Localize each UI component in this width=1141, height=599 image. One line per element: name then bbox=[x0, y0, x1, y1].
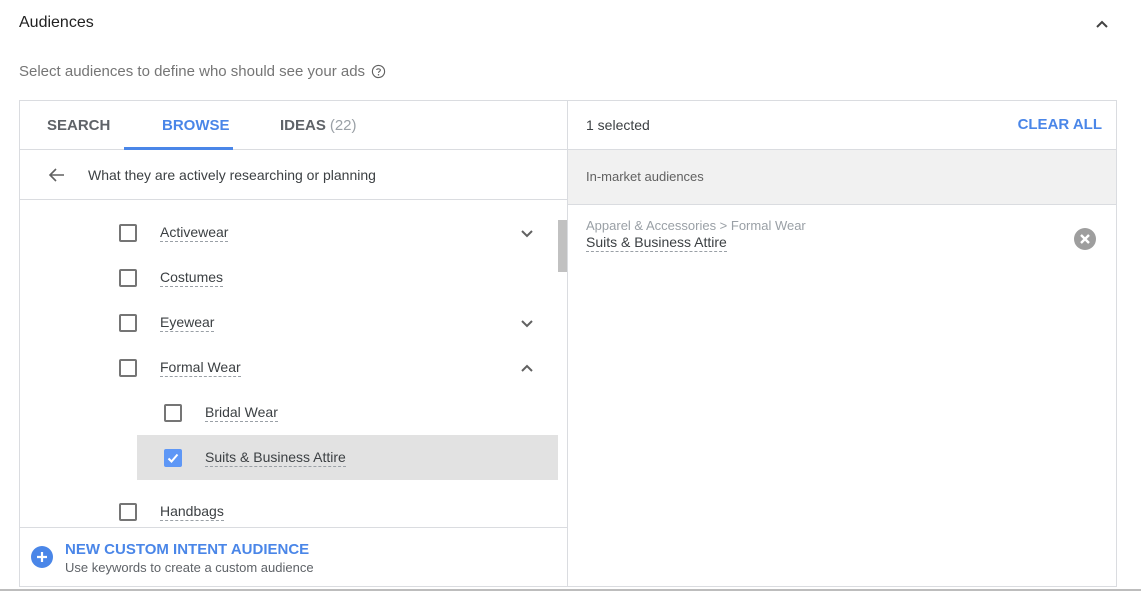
list-item-activewear[interactable]: Activewear bbox=[20, 210, 558, 255]
active-tab-indicator bbox=[124, 147, 233, 150]
new-custom-intent-audience[interactable]: NEW CUSTOM INTENT AUDIENCE Use keywords … bbox=[20, 527, 567, 587]
section-subtitle: Select audiences to define who should se… bbox=[19, 63, 386, 80]
tab-ideas-label: IDEAS bbox=[280, 117, 326, 134]
selection-pane: 1 selected CLEAR ALL In-market audiences… bbox=[568, 101, 1116, 586]
item-label[interactable]: Formal Wear bbox=[160, 359, 241, 377]
list-item-eyewear[interactable]: Eyewear bbox=[20, 300, 558, 345]
add-circle-icon[interactable] bbox=[31, 546, 53, 568]
selection-header: 1 selected CLEAR ALL bbox=[568, 101, 1116, 150]
selected-item-name[interactable]: Suits & Business Attire bbox=[586, 234, 727, 252]
checkbox[interactable] bbox=[119, 223, 137, 242]
collapse-button[interactable] bbox=[1092, 14, 1112, 34]
tab-ideas-count: (22) bbox=[329, 117, 357, 134]
selected-item-path: Apparel & Accessories > Formal Wear bbox=[586, 218, 806, 233]
section-title: Audiences bbox=[19, 14, 94, 31]
subtitle-text: Select audiences to define who should se… bbox=[19, 63, 366, 80]
new-custom-intent-audience-button[interactable]: NEW CUSTOM INTENT AUDIENCE bbox=[65, 541, 309, 558]
checkbox-checked[interactable] bbox=[164, 448, 182, 467]
list-item-bridal-wear[interactable]: Bridal Wear bbox=[20, 390, 558, 435]
tab-search-label: SEARCH bbox=[47, 117, 111, 134]
breadcrumb-row: What they are actively researching or pl… bbox=[20, 150, 567, 200]
checkbox[interactable] bbox=[119, 502, 137, 521]
tab-browse[interactable]: BROWSE bbox=[162, 101, 230, 150]
chevron-down-icon[interactable] bbox=[517, 313, 537, 333]
help-circle-icon[interactable] bbox=[371, 64, 386, 79]
tab-bar: SEARCH BROWSE IDEAS (22) bbox=[20, 101, 567, 150]
footer-subtitle: Use keywords to create a custom audience bbox=[65, 560, 314, 575]
category-tree: Activewear Costumes Eyewear Formal Wear bbox=[20, 201, 567, 528]
item-label[interactable]: Activewear bbox=[160, 224, 229, 242]
scrollbar-thumb[interactable] bbox=[558, 220, 567, 272]
close-circle-icon[interactable] bbox=[1073, 227, 1097, 251]
group-label: In-market audiences bbox=[586, 169, 704, 184]
group-header: In-market audiences bbox=[568, 150, 1116, 205]
checkmark-icon bbox=[167, 453, 179, 463]
checkbox[interactable] bbox=[119, 268, 137, 287]
breadcrumb: What they are actively researching or pl… bbox=[88, 166, 376, 183]
selected-count: 1 selected bbox=[586, 117, 650, 133]
tab-ideas[interactable]: IDEAS (22) bbox=[280, 101, 357, 150]
clear-all-button[interactable]: CLEAR ALL bbox=[1018, 116, 1102, 133]
list-item-costumes[interactable]: Costumes bbox=[20, 255, 558, 300]
chevron-down-icon[interactable] bbox=[517, 223, 537, 243]
selected-item: Apparel & Accessories > Formal Wear Suit… bbox=[568, 205, 1116, 265]
item-label[interactable]: Handbags bbox=[160, 503, 224, 521]
item-label[interactable]: Costumes bbox=[160, 269, 224, 287]
list-item-formal-wear[interactable]: Formal Wear bbox=[20, 345, 558, 390]
arrow-left-icon[interactable] bbox=[47, 165, 67, 185]
checkbox[interactable] bbox=[119, 358, 137, 377]
chevron-up-icon[interactable] bbox=[517, 358, 537, 378]
checkbox[interactable] bbox=[164, 403, 182, 422]
item-label[interactable]: Bridal Wear bbox=[205, 404, 278, 422]
chevron-up-icon bbox=[1096, 20, 1108, 28]
checkbox[interactable] bbox=[119, 313, 137, 332]
tab-browse-label: BROWSE bbox=[162, 117, 230, 134]
tab-search[interactable]: SEARCH bbox=[47, 101, 110, 150]
list-item-suits-business-attire[interactable]: Suits & Business Attire bbox=[137, 435, 558, 480]
list-item-handbags[interactable]: Handbags bbox=[20, 489, 558, 528]
audience-panel: SEARCH BROWSE IDEAS (22) What they are ac… bbox=[19, 100, 1117, 587]
item-label[interactable]: Suits & Business Attire bbox=[205, 449, 346, 467]
item-label[interactable]: Eyewear bbox=[160, 314, 215, 332]
browse-pane: SEARCH BROWSE IDEAS (22) What they are ac… bbox=[20, 101, 568, 586]
divider bbox=[0, 589, 1141, 591]
